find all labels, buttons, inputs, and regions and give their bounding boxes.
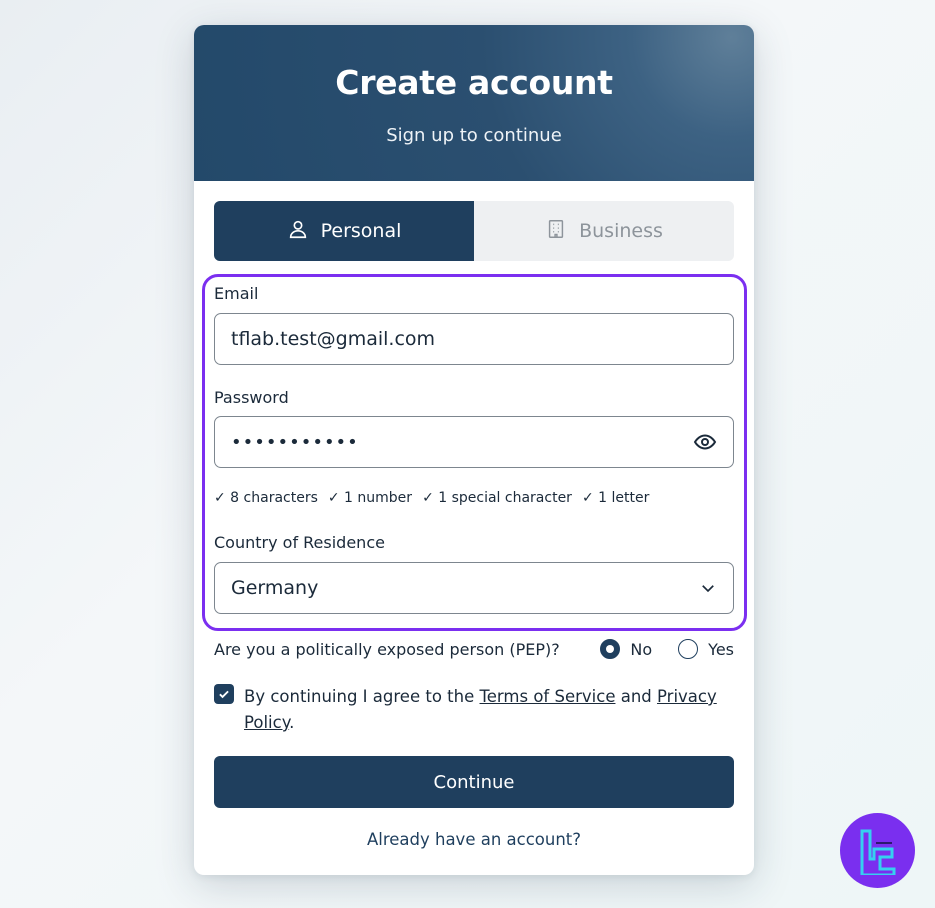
terms-agreement: By continuing I agree to the Terms of Se… bbox=[214, 684, 734, 736]
tab-personal[interactable]: Personal bbox=[214, 201, 474, 261]
terms-and: and bbox=[620, 687, 652, 706]
eye-icon[interactable] bbox=[693, 430, 717, 454]
page-title: Create account bbox=[335, 63, 613, 102]
continue-button[interactable]: Continue bbox=[214, 756, 734, 808]
terms-prefix: By continuing I agree to the bbox=[244, 687, 475, 706]
check-icon bbox=[219, 690, 229, 699]
password-requirements: ✓ 8 characters ✓ 1 number ✓ 1 special ch… bbox=[214, 490, 649, 506]
pep-option-no-label: No bbox=[630, 639, 653, 659]
user-icon bbox=[287, 218, 309, 245]
email-value: tflab.test@gmail.com bbox=[231, 328, 436, 350]
requirement-item: ✓ 1 letter bbox=[581, 490, 650, 506]
pep-question-label: Are you a politically exposed person (PE… bbox=[214, 639, 560, 659]
pep-option-yes-label: Yes bbox=[708, 639, 734, 659]
country-select[interactable]: Germany bbox=[214, 562, 734, 614]
building-icon bbox=[545, 218, 567, 245]
page-subtitle: Sign up to continue bbox=[386, 125, 562, 146]
signup-card: Create account Sign up to continue Perso… bbox=[194, 25, 754, 875]
requirement-item: ✓ 1 special character bbox=[422, 490, 572, 506]
signin-link[interactable]: Already have an account? bbox=[194, 830, 754, 849]
requirement-item: ✓ 1 number bbox=[327, 490, 413, 506]
logo-mark-icon bbox=[860, 829, 895, 875]
password-label: Password bbox=[214, 388, 289, 407]
terms-suffix: . bbox=[289, 713, 295, 732]
password-field[interactable]: ••••••••••• bbox=[214, 416, 734, 468]
card-header: Create account Sign up to continue bbox=[194, 25, 754, 181]
radio-no[interactable] bbox=[600, 639, 621, 659]
pep-option-no[interactable]: No bbox=[600, 639, 652, 659]
email-label: Email bbox=[214, 284, 259, 303]
pep-option-yes[interactable]: Yes bbox=[678, 639, 734, 659]
tab-business-label: Business bbox=[579, 220, 663, 242]
brand-logo bbox=[840, 813, 915, 888]
tab-business[interactable]: Business bbox=[474, 201, 734, 261]
terms-text: By continuing I agree to the Terms of Se… bbox=[244, 684, 734, 736]
pep-question: Are you a politically exposed person (PE… bbox=[214, 637, 734, 661]
country-value: Germany bbox=[231, 577, 319, 599]
email-field[interactable]: tflab.test@gmail.com bbox=[214, 313, 734, 365]
tab-personal-label: Personal bbox=[320, 220, 402, 242]
country-label: Country of Residence bbox=[214, 533, 385, 552]
chevron-down-icon bbox=[699, 579, 717, 597]
password-value: ••••••••••• bbox=[231, 431, 359, 453]
requirement-item: ✓ 8 characters bbox=[214, 490, 318, 506]
account-type-tabs: Personal Business bbox=[214, 201, 734, 261]
terms-of-service-link[interactable]: Terms of Service bbox=[480, 687, 616, 706]
radio-yes[interactable] bbox=[678, 639, 699, 659]
terms-checkbox[interactable] bbox=[214, 684, 234, 704]
